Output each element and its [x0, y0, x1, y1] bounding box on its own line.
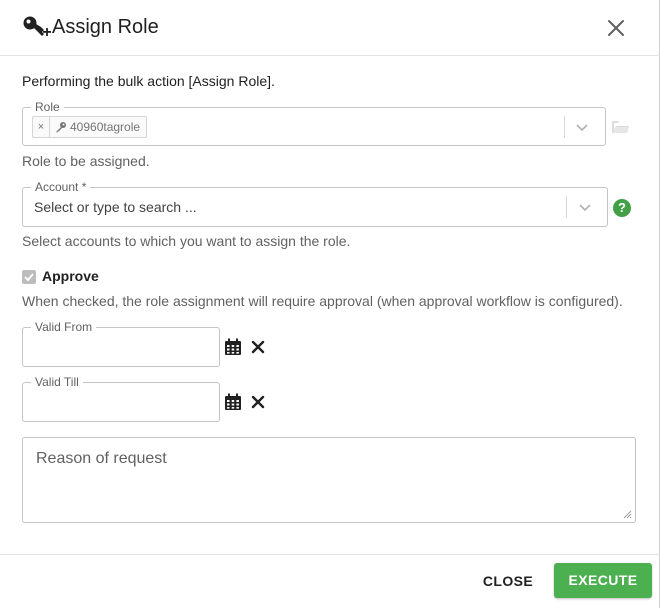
- close-button[interactable]: CLOSE: [472, 564, 544, 598]
- key-plus-icon: [23, 16, 51, 36]
- role-helper: Role to be assigned.: [22, 153, 150, 169]
- dropdown-separator: [566, 196, 567, 218]
- role-legend: Role: [31, 100, 64, 114]
- intro-text: Performing the bulk action [Assign Role]…: [22, 73, 275, 89]
- folder-icon[interactable]: [611, 119, 630, 135]
- account-field[interactable]: Account * Select or type to search ...: [22, 180, 608, 227]
- clear-date-icon[interactable]: [251, 340, 265, 354]
- chip-remove-button[interactable]: ×: [33, 117, 50, 137]
- close-icon[interactable]: [604, 16, 628, 40]
- valid-from-legend: Valid From: [31, 320, 97, 334]
- approve-checkbox[interactable]: [22, 270, 36, 284]
- clear-date-icon[interactable]: [251, 395, 265, 409]
- chevron-down-icon[interactable]: [578, 200, 592, 214]
- dialog-header: Assign Role: [0, 0, 660, 56]
- key-icon: [56, 122, 66, 133]
- role-chip: × 40960tagrole: [32, 116, 148, 138]
- approve-label: Approve: [42, 268, 99, 284]
- valid-till-field[interactable]: Valid Till: [22, 375, 220, 422]
- reason-placeholder: Reason of request: [36, 450, 167, 467]
- account-legend: Account *: [31, 180, 91, 194]
- dialog-title: Assign Role: [52, 16, 159, 38]
- resize-handle-icon[interactable]: [622, 509, 632, 519]
- approve-helper: When checked, the role assignment will r…: [22, 293, 623, 309]
- valid-till-legend: Valid Till: [31, 375, 83, 389]
- reason-textarea[interactable]: Reason of request: [22, 437, 636, 523]
- chevron-down-icon[interactable]: [575, 120, 589, 134]
- account-input[interactable]: Select or type to search ...: [34, 199, 197, 215]
- account-helper: Select accounts to which you want to ass…: [22, 233, 351, 249]
- dropdown-separator: [564, 116, 565, 138]
- assign-role-dialog: Assign Role Performing the bulk action […: [0, 0, 660, 608]
- role-field[interactable]: Role × 40960tagrole: [22, 100, 606, 146]
- valid-from-field[interactable]: Valid From: [22, 320, 220, 367]
- role-chip-label: 40960tagrole: [70, 120, 141, 134]
- check-icon: [24, 273, 34, 282]
- execute-button[interactable]: EXECUTE: [554, 563, 652, 598]
- calendar-icon[interactable]: [224, 393, 242, 411]
- calendar-icon[interactable]: [224, 338, 242, 356]
- help-icon[interactable]: ?: [613, 199, 631, 217]
